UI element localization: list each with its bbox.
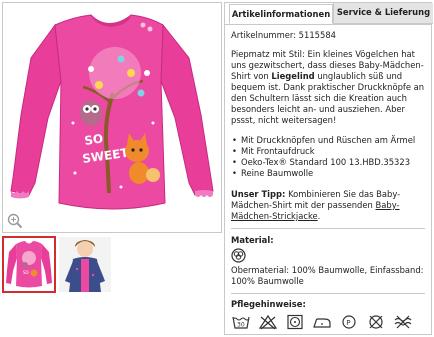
feature-item: Mit Druckknöpfen und Rüschen am Ärmel [231, 135, 425, 146]
product-description: Piepmatz mit Stil: Ein kleines Vögelchen… [231, 49, 425, 126]
no-dry-clean-icon: P [342, 315, 356, 329]
tip-section: Unser Tipp: Kombinieren Sie das Baby-Mäd… [231, 189, 425, 229]
zoom-icon[interactable] [7, 213, 23, 229]
tumble-dry-icon [287, 314, 303, 330]
feature-item: Reine Baumwolle [231, 168, 425, 179]
no-wring-icon [394, 315, 412, 329]
brand-name: Liegelind [271, 71, 315, 81]
thumbnail-child[interactable] [58, 236, 112, 293]
svg-text:SO: SO [83, 131, 104, 147]
tab-content: Artikelnummer: 5115584 Piepmatz mit Stil… [225, 24, 431, 334]
tip-end: . [317, 211, 321, 221]
feature-item: Oeko-Tex® Standard 100 13.HBD.35323 [231, 157, 425, 168]
shirt-image: SO SWEET [10, 14, 214, 210]
feature-item: Mit Frontaufdruck [231, 146, 425, 157]
svg-text:P: P [346, 319, 350, 327]
care-title: Pflegehinweise: [231, 299, 306, 309]
wash-30-icon: 30 [232, 316, 250, 329]
tab-bar: Artikelinformationen Service & Lieferung [225, 3, 433, 24]
no-bleach-icon [258, 314, 278, 330]
tab-artikelinformationen[interactable]: Artikelinformationen [229, 4, 333, 24]
article-number: Artikelnummer: 5115584 [231, 30, 336, 40]
material-text: Obermaterial: 100% Baumwolle, Einfassban… [231, 265, 425, 294]
iron-icon [313, 318, 331, 328]
feature-list: Mit Druckknöpfen und Rüschen am Ärmel Mi… [231, 135, 425, 179]
thumbnail-child-image [59, 237, 111, 292]
material-title: Material: [231, 235, 274, 245]
tip-label: Unser Tipp: [231, 189, 286, 199]
thumbnail-shirt[interactable]: SO [2, 236, 56, 293]
info-panel: Artikelinformationen Service & Lieferung… [224, 2, 433, 335]
main-product-image[interactable]: SO SWEET [2, 2, 222, 233]
svg-text:SO: SO [23, 270, 29, 275]
svg-text:30: 30 [237, 322, 245, 329]
dry-clean-cross-icon [369, 315, 383, 329]
cotton-icon [231, 248, 246, 263]
care-icons: 30 P [231, 314, 425, 332]
thumbnail-shirt-image: SO [6, 241, 52, 288]
tab-service-lieferung[interactable]: Service & Lieferung [333, 3, 433, 24]
